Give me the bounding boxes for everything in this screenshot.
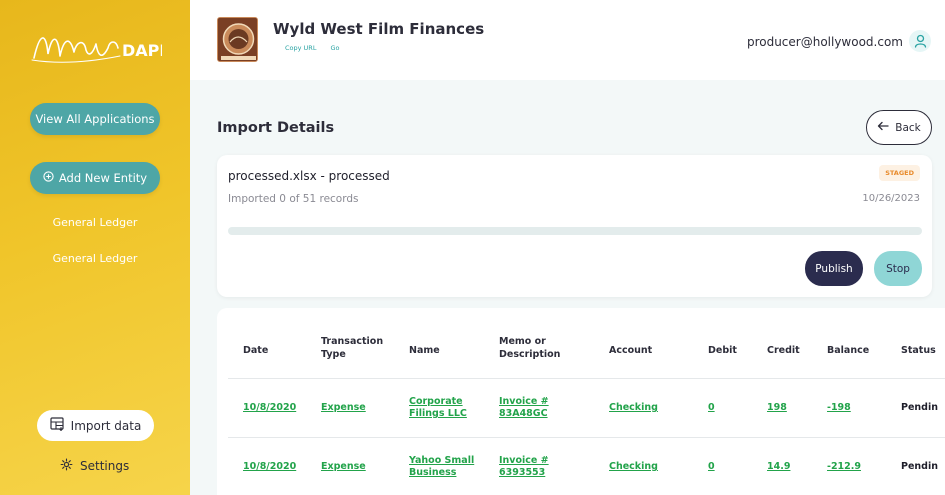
column-header-date[interactable]: Date (243, 344, 268, 357)
cell-credit[interactable]: 14.9 (767, 461, 790, 473)
company-logo (217, 17, 258, 62)
import-summary-card: processed.xlsx - processed STAGED Import… (217, 155, 932, 297)
gear-icon (60, 458, 73, 474)
table-header-divider (228, 378, 945, 379)
page-title: Import Details (217, 120, 335, 136)
magic-dapp-logo-graphic: DAPP (31, 37, 162, 63)
column-header-transaction-type[interactable]: Transaction Type (321, 335, 391, 361)
cell-balance[interactable]: -198 (827, 402, 851, 414)
cell-balance[interactable]: -212.9 (827, 461, 861, 473)
transactions-table: Date Transaction Type Name Memo or Descr… (217, 308, 945, 495)
column-header-debit[interactable]: Debit (708, 344, 737, 357)
copy-url-link[interactable]: Copy URL (285, 44, 316, 52)
records-count: Imported 0 of 51 records (228, 193, 359, 205)
column-header-account[interactable]: Account (609, 344, 652, 357)
back-button[interactable]: Back (866, 110, 932, 145)
cell-name[interactable]: Corporate Filings LLC (409, 396, 471, 420)
company-name: Wyld West Film Finances (273, 20, 485, 38)
cell-debit[interactable]: 0 (708, 402, 715, 414)
cell-date[interactable]: 10/8/2020 (243, 461, 296, 473)
column-header-credit[interactable]: Credit (767, 344, 800, 357)
stop-button[interactable]: Stop (874, 251, 922, 286)
cell-debit[interactable]: 0 (708, 461, 715, 473)
settings-link[interactable]: Settings (60, 458, 129, 474)
cell-date[interactable]: 10/8/2020 (243, 402, 296, 414)
settings-label: Settings (80, 459, 130, 473)
svg-text:DAPP: DAPP (122, 41, 162, 60)
column-header-name[interactable]: Name (409, 344, 440, 357)
file-title: processed.xlsx - processed (228, 169, 390, 183)
column-header-status[interactable]: Status (901, 344, 936, 357)
go-link[interactable]: Go (330, 44, 339, 52)
cell-transaction-type[interactable]: Expense (321, 402, 366, 414)
cell-account[interactable]: Checking (609, 402, 658, 414)
cell-memo[interactable]: Invoice # 6393553 (499, 455, 551, 479)
cell-credit[interactable]: 198 (767, 402, 787, 414)
add-new-entity-button[interactable]: Add New Entity (30, 162, 160, 194)
cell-memo[interactable]: Invoice # 83A48GC (499, 396, 551, 420)
arrow-left-icon (877, 121, 889, 134)
table-row-divider (228, 437, 945, 438)
view-all-applications-label: View All Applications (35, 112, 155, 126)
cell-status: Pendin (901, 402, 938, 413)
company-links: Copy URL Go (285, 44, 339, 52)
import-progress-bar (228, 227, 922, 235)
add-new-entity-label: Add New Entity (58, 171, 148, 185)
column-header-balance[interactable]: Balance (827, 344, 869, 357)
top-header: Wyld West Film Finances Copy URL Go prod… (190, 0, 945, 80)
status-badge: STAGED (879, 165, 920, 181)
cell-account[interactable]: Checking (609, 461, 658, 473)
cell-status: Pendin (901, 461, 938, 472)
column-header-memo[interactable]: Memo or Description (499, 335, 574, 361)
import-table-icon (50, 417, 65, 434)
sidebar-item-general-ledger-1[interactable]: General Ledger (0, 216, 190, 229)
cell-name[interactable]: Yahoo Small Business (409, 455, 477, 479)
sidebar-item-general-ledger-2[interactable]: General Ledger (0, 252, 190, 265)
magic-dapp-logo[interactable]: DAPP (30, 26, 162, 68)
user-email: producer@hollywood.com (746, 35, 903, 49)
import-data-button[interactable]: Import data (37, 410, 154, 441)
cell-transaction-type[interactable]: Expense (321, 461, 366, 473)
sidebar: DAPP View All Applications Add New Entit… (0, 0, 190, 495)
publish-button[interactable]: Publish (805, 251, 863, 286)
import-date: 10/26/2023 (862, 193, 920, 204)
back-label: Back (895, 121, 921, 134)
view-all-applications-button[interactable]: View All Applications (30, 103, 160, 135)
plus-circle-icon (43, 171, 54, 185)
import-data-label: Import data (70, 418, 142, 433)
user-avatar-icon[interactable] (909, 30, 931, 52)
